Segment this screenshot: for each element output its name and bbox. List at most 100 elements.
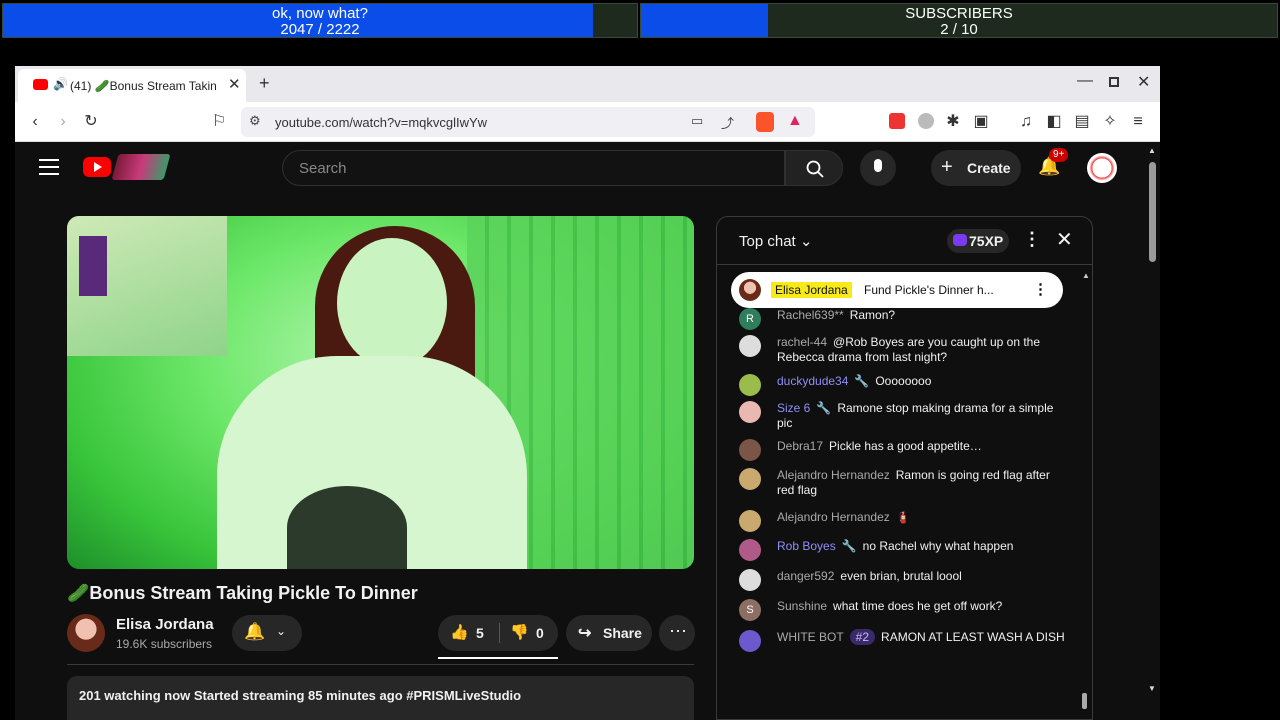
description-box[interactable]: 201 watching now Started streaming 85 mi…: [67, 676, 694, 720]
chat-author[interactable]: rachel-44: [777, 335, 827, 349]
dislike-button[interactable]: 👎 0: [500, 615, 558, 651]
page-scroll-thumb[interactable]: [1149, 162, 1156, 262]
channel-avatar[interactable]: [67, 614, 105, 652]
chat-text: 🧯: [895, 510, 911, 524]
chat-author[interactable]: Alejandro Hernandez: [777, 468, 890, 482]
progress-bar-messages: ok, now what? 2047 / 2222: [2, 3, 638, 38]
chat-avatar[interactable]: [739, 630, 761, 652]
account-avatar[interactable]: [1087, 153, 1117, 183]
page-scrollbar[interactable]: ▲ ▼: [1147, 146, 1157, 720]
like-count: 5: [476, 625, 484, 641]
cast-icon[interactable]: ▭: [691, 113, 703, 129]
share-icon[interactable]: ⤴: [721, 113, 734, 132]
share-arrow-icon: ↪: [578, 625, 592, 642]
extension-gray-icon[interactable]: [918, 113, 934, 129]
search-button[interactable]: [785, 150, 843, 186]
close-chat-icon[interactable]: ✕: [1056, 227, 1073, 252]
more-vertical-icon[interactable]: ⋮: [1023, 229, 1041, 250]
reader-icon[interactable]: ▣: [971, 112, 991, 132]
chat-author[interactable]: Sunshine: [777, 599, 827, 613]
maximize-icon[interactable]: [1109, 77, 1119, 87]
create-button[interactable]: + Create: [931, 150, 1021, 186]
address-bar[interactable]: ⚙ youtube.com/watch?v=mqkvcglIwYw ▭ ⤴ ▲: [241, 107, 815, 137]
share-button[interactable]: ↪ Share: [566, 615, 652, 651]
chat-text: what time does he get off work?: [833, 599, 1003, 613]
url-text[interactable]: youtube.com/watch?v=mqkvcglIwYw: [275, 115, 487, 130]
scroll-thumb[interactable]: [1082, 693, 1087, 709]
chat-avatar[interactable]: S: [739, 599, 761, 621]
chat-avatar[interactable]: [739, 335, 761, 357]
site-info-icon[interactable]: ⚙: [249, 113, 261, 129]
extension-record-icon[interactable]: [889, 113, 905, 129]
forward-icon[interactable]: ›: [53, 112, 73, 132]
subscription-bell-button[interactable]: 🔔 ⌄: [232, 615, 302, 651]
chat-avatar[interactable]: [739, 439, 761, 461]
progress-label-subscribers: SUBSCRIBERS: [905, 5, 1013, 22]
chat-author[interactable]: WHITE BOT: [777, 630, 844, 644]
chat-scrollbar[interactable]: ▲: [1082, 271, 1090, 715]
xp-badge[interactable]: 75XP: [947, 229, 1009, 253]
pinned-avatar: [739, 279, 761, 301]
reload-icon[interactable]: ↻: [81, 112, 101, 132]
audio-icon[interactable]: 🔊: [53, 77, 68, 91]
chat-mode-label: Top chat: [739, 233, 796, 250]
chat-author[interactable]: Rob Boyes: [777, 539, 836, 553]
chat-avatar[interactable]: [739, 569, 761, 591]
chat-author[interactable]: danger592: [777, 569, 834, 583]
brave-rewards-icon[interactable]: ▲: [787, 112, 803, 130]
scroll-up-icon[interactable]: ▲: [1082, 271, 1090, 280]
media-icon[interactable]: ♫: [1016, 112, 1036, 132]
chat-avatar[interactable]: R: [739, 308, 761, 330]
extensions-icon[interactable]: ✱: [943, 112, 963, 132]
page-scroll-up-icon[interactable]: ▲: [1148, 146, 1156, 155]
wallet-icon[interactable]: ▤: [1072, 112, 1092, 132]
like-button[interactable]: 👍 5: [438, 615, 500, 651]
chat-message-body: duckydude34 🔧 Oooooooo: [777, 374, 1067, 389]
more-actions-button[interactable]: ⋯: [659, 615, 695, 651]
menu-icon[interactable]: ≡: [1128, 112, 1148, 132]
youtube-logo-icon[interactable]: [83, 157, 111, 177]
tab-close-icon[interactable]: ✕: [228, 75, 241, 93]
search-placeholder: Search: [299, 160, 347, 177]
chat-author[interactable]: Debra17: [777, 439, 823, 453]
chat-avatar[interactable]: [739, 539, 761, 561]
leo-ai-icon[interactable]: ✧: [1100, 112, 1120, 132]
browser-window: 🔊 (41) 🥒Bonus Stream Takin ✕ + — ✕ ‹ › ↻…: [15, 66, 1160, 720]
chat-author[interactable]: Size 6: [777, 401, 810, 415]
back-icon[interactable]: ‹: [25, 112, 45, 132]
pinned-message[interactable]: Elisa Jordana Fund Pickle's Dinner h... …: [731, 272, 1063, 308]
voice-search-button[interactable]: [860, 150, 896, 186]
like-ratio-bar: [438, 657, 558, 659]
chat-message-body: rachel-44 @Rob Boyes are you caught up on…: [777, 335, 1067, 365]
sidebar-icon[interactable]: ◧: [1044, 112, 1064, 132]
xp-value: 75XP: [969, 233, 1004, 249]
wrench-icon: 🔧: [816, 401, 832, 415]
chat-avatar[interactable]: [739, 510, 761, 532]
progress-total: 2222: [326, 21, 360, 38]
youtube-doodle-icon[interactable]: [111, 154, 171, 180]
chat-author[interactable]: Alejandro Hernandez: [777, 510, 890, 524]
video-player[interactable]: [67, 216, 694, 569]
bell-icon: 🔔: [244, 622, 266, 641]
pinned-author: Elisa Jordana: [771, 282, 852, 298]
channel-name[interactable]: Elisa Jordana: [116, 616, 214, 633]
chat-message-body: Rob Boyes 🔧 no Rachel why what happen: [777, 539, 1067, 554]
chat-avatar[interactable]: [739, 374, 761, 396]
chat-author[interactable]: Rachel639**: [777, 308, 844, 322]
chat-avatar[interactable]: [739, 468, 761, 490]
progress-label-messages: ok, now what?: [272, 5, 368, 22]
chat-author[interactable]: duckydude34: [777, 374, 848, 388]
hamburger-menu-icon[interactable]: [39, 159, 59, 175]
close-window-icon[interactable]: ✕: [1137, 72, 1150, 92]
chat-mode-selector[interactable]: Top chat ⌄: [739, 232, 812, 250]
more-vertical-icon[interactable]: ⋮: [1033, 280, 1048, 298]
chat-avatar[interactable]: [739, 401, 761, 423]
minimize-icon[interactable]: —: [1077, 72, 1093, 90]
brave-shield-icon[interactable]: [756, 112, 774, 132]
search-input[interactable]: Search: [282, 150, 785, 186]
bookmark-icon[interactable]: ⚐: [209, 112, 229, 132]
browser-tab[interactable]: 🔊 (41) 🥒Bonus Stream Takin ✕: [18, 69, 246, 102]
page-scroll-down-icon[interactable]: ▼: [1148, 684, 1156, 693]
tab-title: (41) 🥒Bonus Stream Takin: [70, 79, 220, 93]
new-tab-icon[interactable]: +: [259, 73, 270, 94]
